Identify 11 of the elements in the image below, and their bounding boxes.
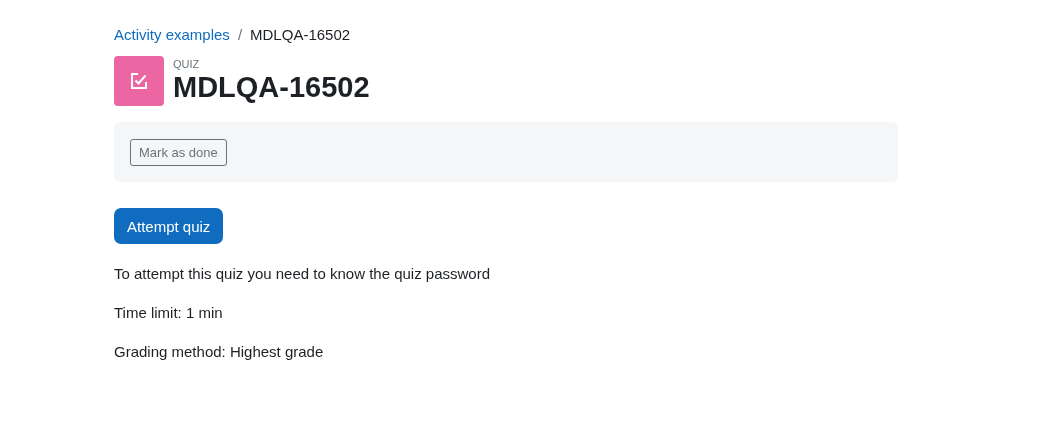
activity-type-label: QUIZ xyxy=(173,58,201,70)
mark-as-done-button[interactable]: Mark as done xyxy=(130,138,227,166)
info-text: Time limit: 1 min xyxy=(114,303,224,322)
breadcrumb-current: MDLQA-16502 xyxy=(250,25,351,43)
info-text: To attempt this quiz you need to know the quiz password xyxy=(114,264,492,283)
quiz-icon xyxy=(114,56,164,106)
page-title: MDLQA-16502 xyxy=(173,70,370,104)
breadcrumb-link[interactable]: Activity examples xyxy=(114,25,230,43)
attempt-quiz-button[interactable]: Attempt quiz xyxy=(114,208,224,244)
breadcrumb-separator: / xyxy=(237,25,243,43)
info-text: Grading method: Highest grade xyxy=(114,342,325,361)
